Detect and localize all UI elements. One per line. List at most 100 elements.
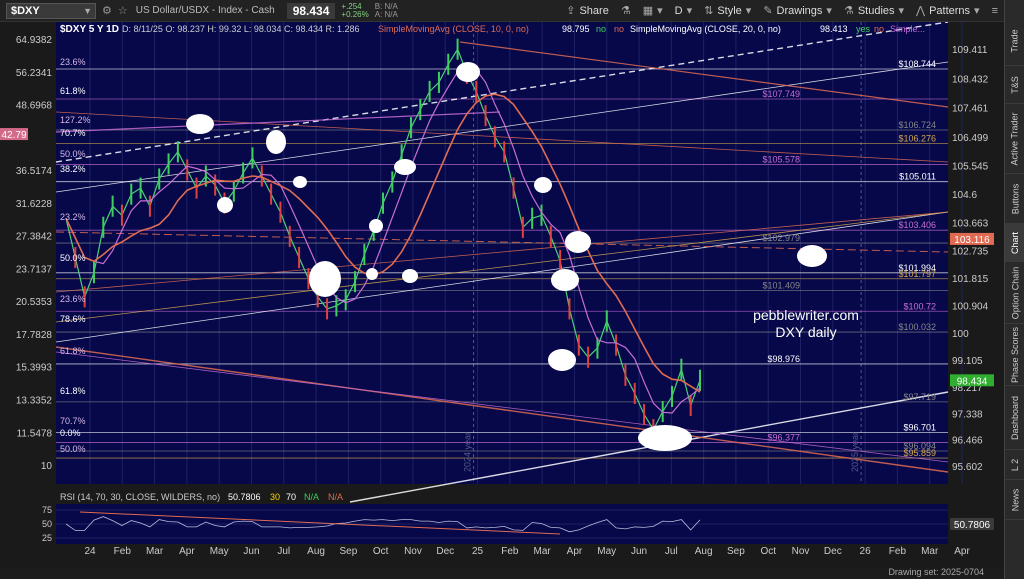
left-axis-tick: 17.7828 <box>16 330 53 341</box>
fib-label: 50.0% <box>60 253 86 263</box>
right-axis-tick: 100 <box>952 329 969 340</box>
x-axis-tick: Dec <box>436 546 454 557</box>
x-axis-tick: Apr <box>567 546 583 557</box>
x-axis-tick: Aug <box>307 546 325 557</box>
x-axis-tick: Feb <box>114 546 132 557</box>
level-label: $96.701 <box>903 423 936 433</box>
x-axis-tick: Mar <box>921 546 939 557</box>
tab-active-trader[interactable]: Active Trader <box>1005 104 1024 174</box>
rsi-os: 70 <box>286 492 296 502</box>
chart-title: $DXY 5 Y 1D <box>60 24 119 35</box>
x-axis-tick: 24 <box>84 546 96 557</box>
tab-dashboard[interactable]: Dashboard <box>1005 386 1024 450</box>
symbol-selector[interactable]: $DXY ▼ <box>6 2 96 19</box>
candle-icon: ⇅ <box>704 5 714 17</box>
right-axis-tick: 105.545 <box>952 162 989 173</box>
grid-icon: ▦ <box>642 5 654 17</box>
x-axis-tick: Sep <box>727 546 745 557</box>
left-axis-tick: 36.5174 <box>16 166 53 177</box>
x-axis-tick: Mar <box>534 546 552 557</box>
price-chart-svg[interactable]: 2024 year 2025 year $108.744 $107.749 $106.7… <box>0 21 1004 567</box>
left-axis-tick: 10 <box>41 461 53 472</box>
sma20-flag2: no <box>874 24 884 34</box>
level-label: $95.859 <box>903 448 936 458</box>
x-axis-tick: Aug <box>695 546 713 557</box>
x-axis-tick: Jun <box>631 546 647 557</box>
x-axis-tick: May <box>210 546 229 557</box>
level-label: $106.276 <box>898 134 936 144</box>
level-label: $96.377 <box>767 432 800 442</box>
sma20-value: 98.413 <box>820 24 848 34</box>
tab-l-2[interactable]: L 2 <box>1005 450 1024 480</box>
drawing-set-label: Drawing set: 2025-0704 <box>888 567 984 577</box>
ohlc-readout: D: 8/11/25 O: 98.237 H: 99.32 L: 98.034 … <box>122 24 360 34</box>
sma10-value: 98.795 <box>562 24 590 34</box>
tab-phase-scores[interactable]: Phase Scores <box>1005 324 1024 386</box>
circle-marker <box>394 159 416 175</box>
star-icon[interactable]: ☆ <box>118 4 128 17</box>
drawings-button[interactable]: ✎ Drawings ▾ <box>757 4 838 18</box>
chart-area[interactable]: 2024 year 2025 year $108.744 $107.749 $106.7… <box>0 21 1004 567</box>
fib-label: 61.8% <box>60 346 86 356</box>
right-axis-tick: 108.432 <box>952 74 989 85</box>
left-axis-tick: 13.3352 <box>16 395 53 406</box>
tab-chart[interactable]: Chart <box>1005 224 1024 262</box>
sma20-label: SimpleMovingAvg (CLOSE, 20, 0, no) <box>630 24 781 34</box>
patterns-button[interactable]: ⋀ Patterns ▾ <box>910 4 986 18</box>
circle-marker <box>366 268 378 280</box>
bid-ask: B: N/A A: N/A <box>375 2 398 19</box>
x-axis-tick: Sep <box>339 546 357 557</box>
rsi-axis-tick: 75 <box>42 505 52 515</box>
fib-label: 38.2% <box>60 164 86 174</box>
left-axis-tick: 31.6228 <box>16 199 53 210</box>
tab-t-s[interactable]: T&S <box>1005 66 1024 104</box>
year-marker-label: 2024 year <box>463 432 473 472</box>
rsi-axis-tick: 25 <box>42 533 52 543</box>
symbol-text: $DXY <box>11 4 40 17</box>
fib-label: 78.6% <box>60 314 86 324</box>
x-axis-tick: May <box>597 546 616 557</box>
chart-toolbar: $DXY ▼ ⚙ ☆ US Dollar/USDX - Index - Cash… <box>0 0 1004 22</box>
fib-label: 61.8% <box>60 86 86 96</box>
annotation-title: DXY daily <box>775 324 836 340</box>
fib-label: 23.2% <box>60 212 86 222</box>
tab-buttons[interactable]: Buttons <box>1005 174 1024 224</box>
pencil-icon: ✎ <box>763 5 773 17</box>
studies-button[interactable]: ⚗ Studies ▾ <box>838 4 910 18</box>
tab-option-chain[interactable]: Option Chain <box>1005 262 1024 324</box>
flask-button[interactable]: ⚗ <box>615 4 637 17</box>
circle-marker <box>293 176 307 188</box>
fib-label: 70.7% <box>60 128 86 138</box>
gear-icon[interactable]: ⚙ <box>102 4 112 17</box>
share-button[interactable]: ⇪ Share <box>560 4 615 18</box>
left-price-badge-text: 42.79 <box>1 130 26 141</box>
tab-news[interactable]: News <box>1005 480 1024 520</box>
circle-marker <box>217 197 233 213</box>
fib-label: 61.8% <box>60 386 86 396</box>
x-axis-tick: Apr <box>954 546 970 557</box>
price-change: +.254 +0.26% <box>341 2 368 19</box>
period-button[interactable]: D ▾ <box>669 4 698 18</box>
left-axis-tick: 20.5353 <box>16 297 53 308</box>
style-button[interactable]: ⇅ Style ▾ <box>698 4 757 18</box>
right-axis-tick: 106.499 <box>952 133 989 144</box>
x-axis-tick: Oct <box>760 546 776 557</box>
circle-marker <box>548 349 576 371</box>
flask-icon: ⚗ <box>620 5 631 17</box>
x-axis-tick: Dec <box>824 546 842 557</box>
circle-marker <box>797 245 827 267</box>
menu-button[interactable]: ≡ <box>986 5 1004 17</box>
left-axis-tick: 56.2341 <box>16 68 53 79</box>
sma20-flag1: yes <box>856 24 871 34</box>
x-axis-tick: Jul <box>277 546 290 557</box>
rsi-value: 50.7806 <box>228 492 261 502</box>
pattern-icon: ⋀ <box>916 5 926 17</box>
more-studies-label: Simple... <box>890 24 925 34</box>
grid-layout-button[interactable]: ▦ ▾ <box>637 4 669 17</box>
chevron-down-icon: ▼ <box>83 5 92 16</box>
flask-icon: ⚗ <box>843 5 854 17</box>
x-axis-tick: Nov <box>404 546 422 557</box>
tab-trade[interactable]: Trade <box>1005 16 1024 66</box>
fib-label: 50.0% <box>60 444 86 454</box>
right-axis-tick: 95.602 <box>952 462 983 473</box>
